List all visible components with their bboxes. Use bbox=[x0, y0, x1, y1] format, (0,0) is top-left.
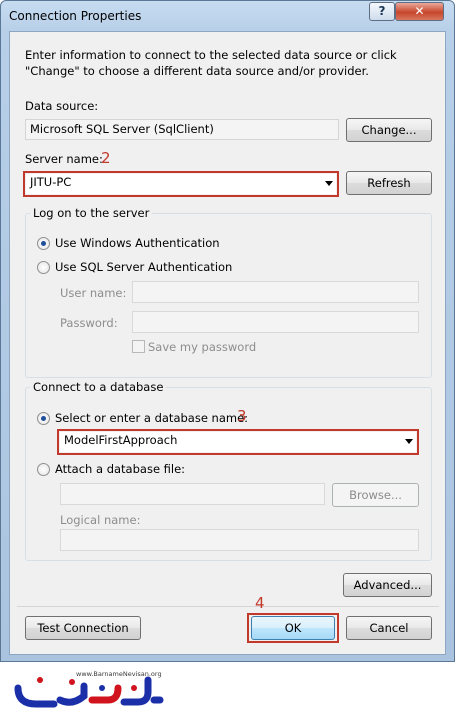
data-source-label: Data source: bbox=[25, 99, 99, 113]
refresh-button[interactable]: Refresh bbox=[346, 171, 432, 195]
connection-properties-dialog: Connection Properties ? ✕ Enter informat… bbox=[0, 0, 455, 662]
server-name-combo[interactable]: JITU-PC bbox=[26, 174, 336, 194]
title-bar[interactable]: Connection Properties ? ✕ bbox=[1, 1, 454, 31]
password-input[interactable] bbox=[132, 311, 419, 333]
browse-button[interactable]: Browse... bbox=[332, 483, 419, 507]
user-name-input[interactable] bbox=[132, 281, 419, 303]
annotation-3: 3 bbox=[237, 407, 247, 425]
help-button[interactable]: ? bbox=[369, 2, 395, 21]
password-label: Password: bbox=[60, 316, 118, 330]
attach-file-radio[interactable] bbox=[37, 463, 50, 476]
database-name-value: ModelFirstApproach bbox=[64, 433, 178, 447]
windows-auth-label[interactable]: Use Windows Authentication bbox=[55, 236, 220, 250]
user-name-label: User name: bbox=[60, 286, 127, 300]
logon-group-title: Log on to the server bbox=[30, 206, 153, 220]
annotation-2: 2 bbox=[101, 149, 111, 167]
test-connection-button[interactable]: Test Connection bbox=[25, 616, 141, 640]
close-icon: ✕ bbox=[414, 4, 425, 18]
database-file-input[interactable] bbox=[60, 483, 325, 505]
attach-file-label[interactable]: Attach a database file: bbox=[55, 462, 185, 476]
barnamenevisan-logo bbox=[14, 676, 164, 708]
help-icon: ? bbox=[378, 4, 386, 18]
save-password-checkbox[interactable] bbox=[132, 340, 145, 353]
database-group-title: Connect to a database bbox=[30, 380, 167, 394]
save-password-label: Save my password bbox=[148, 340, 257, 354]
annotation-4: 4 bbox=[255, 594, 265, 612]
select-database-label[interactable]: Select or enter a database name: bbox=[55, 411, 248, 425]
ok-button[interactable]: OK bbox=[251, 616, 335, 640]
separator bbox=[17, 606, 439, 607]
chevron-down-icon[interactable] bbox=[405, 439, 413, 444]
database-name-combo[interactable]: ModelFirstApproach bbox=[60, 432, 416, 452]
change-button[interactable]: Change... bbox=[346, 118, 432, 142]
sql-auth-radio[interactable] bbox=[37, 261, 50, 274]
chevron-down-icon[interactable] bbox=[325, 181, 333, 186]
close-button[interactable]: ✕ bbox=[395, 2, 444, 21]
window-title: Connection Properties bbox=[9, 9, 142, 23]
windows-auth-radio[interactable] bbox=[37, 237, 50, 250]
sql-auth-label[interactable]: Use SQL Server Authentication bbox=[55, 260, 232, 274]
data-source-field: Microsoft SQL Server (SqlClient) bbox=[25, 119, 339, 140]
server-name-label: Server name: bbox=[25, 152, 103, 166]
dialog-body: Enter information to connect to the sele… bbox=[9, 31, 446, 655]
advanced-button[interactable]: Advanced... bbox=[343, 573, 432, 597]
server-name-value: JITU-PC bbox=[30, 175, 72, 189]
cancel-button[interactable]: Cancel bbox=[346, 616, 432, 640]
intro-text: Enter information to connect to the sele… bbox=[25, 48, 397, 78]
logical-name-input[interactable] bbox=[60, 529, 419, 551]
logical-name-label: Logical name: bbox=[60, 513, 141, 527]
select-database-radio[interactable] bbox=[37, 412, 50, 425]
watermark-footer: www.BarnameNevisan.org bbox=[0, 662, 455, 711]
